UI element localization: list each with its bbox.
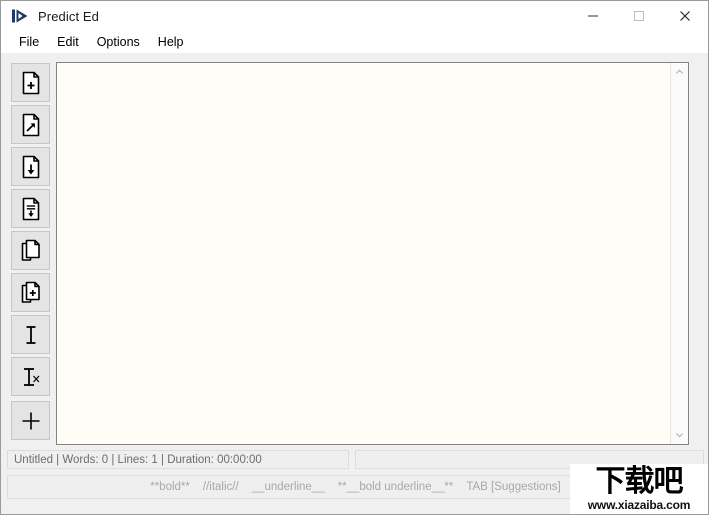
hint-italic: //italic// [202, 481, 239, 493]
window-controls [570, 1, 708, 31]
hint-bold-underline: **__bold underline__** [337, 481, 454, 493]
text-editor[interactable] [57, 63, 670, 444]
open-file-button[interactable] [11, 105, 50, 144]
title-bar: Predict Ed [1, 1, 708, 31]
menu-item-help[interactable]: Help [149, 33, 193, 52]
text-cursor-icon [20, 323, 42, 347]
toolbar [1, 54, 55, 514]
hint-underline: __underline__ [251, 481, 325, 493]
minimize-button[interactable] [570, 1, 616, 31]
menu-item-file[interactable]: File [10, 33, 48, 52]
plus-icon [20, 410, 42, 432]
editor-vertical-scrollbar[interactable] [670, 63, 688, 444]
application-window: Predict Ed File Edit Options Help Untitl… [0, 0, 709, 515]
duplicate-button[interactable] [11, 273, 50, 312]
editor-container [56, 62, 689, 445]
watermark-url: www.xiazaiba.com [587, 498, 691, 512]
new-file-button[interactable] [11, 63, 50, 102]
menu-item-edit[interactable]: Edit [48, 33, 88, 52]
copy-button[interactable] [11, 231, 50, 270]
add-button[interactable] [11, 401, 50, 440]
file-plus-icon [20, 71, 42, 95]
chevron-up-icon[interactable] [671, 63, 688, 80]
menu-item-options[interactable]: Options [88, 33, 149, 52]
status-document-info: Untitled | Words: 0 | Lines: 1 | Duratio… [7, 450, 349, 469]
hint-bold: **bold** [150, 481, 190, 493]
status-bar: Untitled | Words: 0 | Lines: 1 | Duratio… [7, 450, 704, 469]
play-triangle-icon [9, 5, 31, 27]
text-cursor-x-icon [20, 365, 42, 389]
chevron-down-icon[interactable] [671, 427, 688, 444]
save-file-button[interactable] [11, 147, 50, 186]
window-title: Predict Ed [38, 8, 99, 24]
insert-text-button[interactable] [11, 315, 50, 354]
menu-bar: File Edit Options Help [1, 31, 708, 53]
copy-pages-icon [20, 239, 42, 263]
file-lines-arrow-down-icon [20, 197, 42, 221]
maximize-button[interactable] [616, 1, 662, 31]
save-as-button[interactable] [11, 189, 50, 228]
file-arrow-out-icon [20, 113, 42, 137]
status-secondary-panel [355, 450, 704, 469]
copy-pages-plus-icon [20, 281, 42, 305]
formatting-hint-bar: **bold** //italic// __underline__ **__bo… [7, 475, 704, 499]
hint-suggestions: TAB [Suggestions] [466, 481, 561, 493]
clear-formatting-button[interactable] [11, 357, 50, 396]
close-button[interactable] [662, 1, 708, 31]
file-arrow-down-icon [20, 155, 42, 179]
